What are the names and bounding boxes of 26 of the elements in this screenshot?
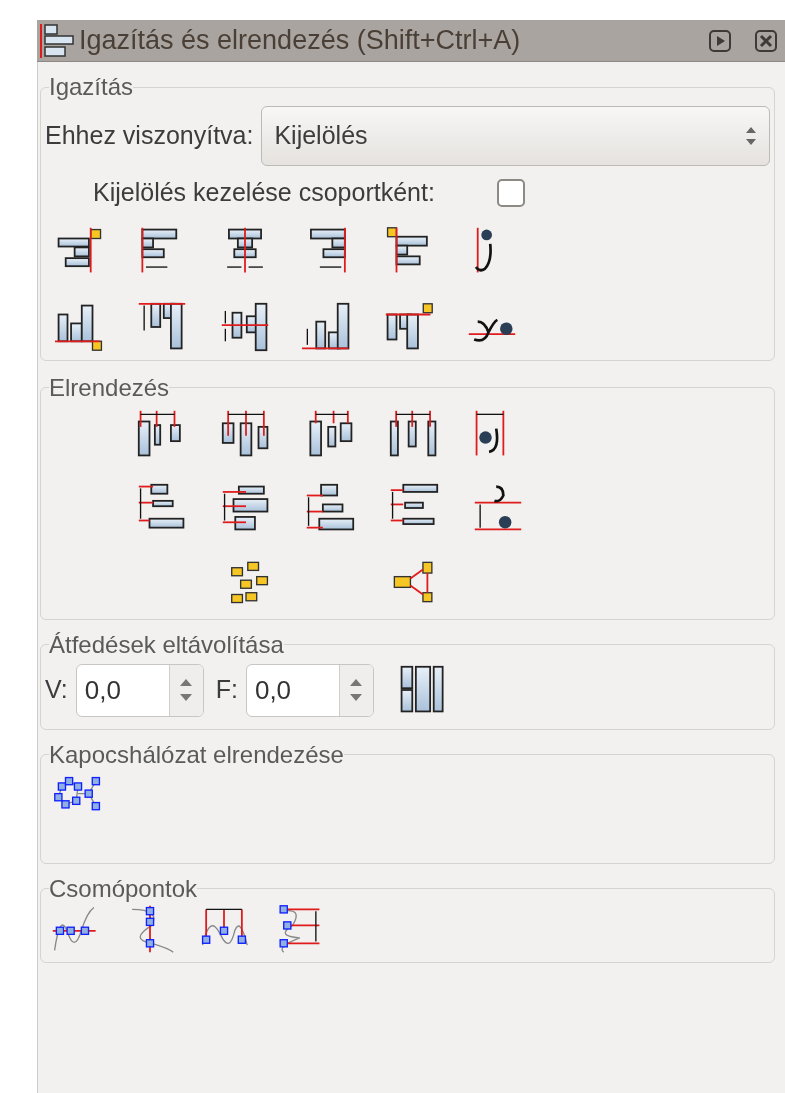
section-label: Átfedések eltávolítása xyxy=(49,629,284,660)
group-label: Kijelölés kezelése csoportként: xyxy=(93,177,435,208)
down-arrow-icon[interactable] xyxy=(350,694,363,701)
down-arrow-icon[interactable] xyxy=(180,694,193,701)
vertical-gap-label: F: xyxy=(215,674,238,706)
number-field[interactable]: 0,0 xyxy=(75,663,204,717)
spin-buttons[interactable] xyxy=(168,664,203,716)
field-value: 0,0 xyxy=(253,673,293,707)
number-field[interactable]: 0,0 xyxy=(245,663,374,717)
section-label: Elrendezés xyxy=(49,372,170,403)
group-checkbox[interactable] xyxy=(496,178,525,207)
window-title: Igazítás és elrendezés (Shift+Ctrl+A) xyxy=(79,24,522,58)
up-arrow-icon[interactable] xyxy=(350,679,363,686)
close-icon[interactable] xyxy=(755,29,777,52)
section-label: Kapocshálózat elrendezése xyxy=(49,739,344,770)
up-arrow-icon[interactable] xyxy=(180,679,193,686)
relative-dropdown[interactable]: Kijelölés xyxy=(261,106,770,166)
play-icon[interactable] xyxy=(709,29,731,52)
section-label: Igazítás xyxy=(49,72,134,102)
spin-buttons[interactable] xyxy=(338,664,373,716)
field-value: 0,0 xyxy=(83,673,122,707)
dropdown-value: Kijelölés xyxy=(274,120,369,152)
up-down-icon xyxy=(745,125,757,147)
section-label: Csomópontok xyxy=(49,873,198,904)
horizontal-gap-label: V: xyxy=(45,674,68,706)
relative-label: Ehhez viszonyítva: xyxy=(45,120,254,152)
